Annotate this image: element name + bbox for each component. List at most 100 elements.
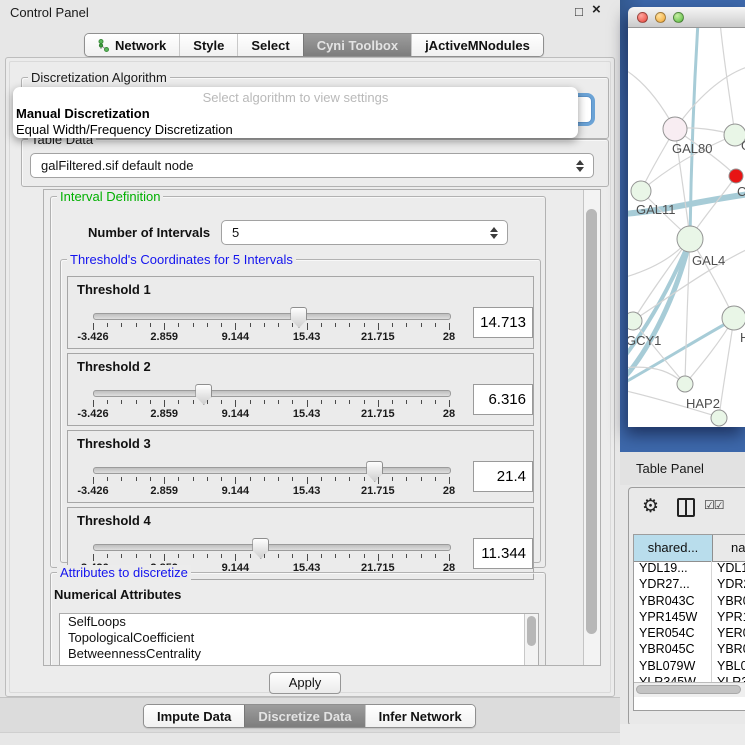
number-of-intervals-spinner[interactable]: 5 bbox=[221, 220, 508, 245]
cell-shared-name[interactable]: YBR045C bbox=[634, 642, 712, 658]
cell-name[interactable]: YLR3 bbox=[712, 675, 745, 682]
network-node-gcy1[interactable] bbox=[628, 312, 642, 330]
number-of-intervals-label: Number of Intervals bbox=[88, 225, 210, 240]
cell-shared-name[interactable]: YDR27... bbox=[634, 577, 712, 593]
threshold-slider-thumb[interactable] bbox=[252, 538, 269, 559]
threshold-label: Threshold 1 bbox=[77, 282, 151, 297]
split-view-icon[interactable] bbox=[677, 498, 695, 517]
cell-shared-name[interactable]: YDL19... bbox=[634, 561, 712, 577]
threshold-value-field[interactable]: 6.316 bbox=[473, 384, 533, 415]
tab-label: jActiveMNodules bbox=[425, 38, 530, 53]
tab-label: Cyni Toolbox bbox=[317, 38, 398, 53]
column-header-shared-name[interactable]: shared... bbox=[634, 535, 713, 561]
table-data-combo-value: galFiltered.sif default node bbox=[41, 158, 193, 173]
threshold-slider-thumb[interactable] bbox=[195, 384, 212, 405]
float-window-icon[interactable]: □ bbox=[575, 4, 583, 19]
number-of-intervals-value: 5 bbox=[232, 225, 239, 240]
checkbox-icons[interactable]: ☑☑ bbox=[704, 498, 724, 512]
cell-shared-name[interactable]: YPR145W bbox=[634, 610, 712, 626]
threshold-slider-track[interactable] bbox=[93, 313, 451, 320]
threshold-panel: Threshold 2-3.4262.8599.14415.4321.71528… bbox=[67, 353, 534, 426]
network-nodes: GAL80GACGAL11GAL4GCY1HHAP2 bbox=[628, 117, 745, 426]
network-node-label: GA bbox=[741, 138, 745, 153]
network-window: GAL80GACGAL11GAL4GCY1HHAP2 bbox=[628, 7, 745, 427]
cell-name[interactable]: YPR1 bbox=[712, 610, 745, 626]
cell-name[interactable]: YER0 bbox=[712, 626, 745, 642]
network-node-c[interactable] bbox=[729, 169, 743, 183]
attributes-group: Attributes to discretize Numerical Attri… bbox=[50, 572, 546, 666]
network-node-gal80[interactable] bbox=[663, 117, 687, 141]
table-panel: ⚙ ☑☑ shared... na YDL19...YDL1YDR27...YD… bbox=[628, 487, 745, 726]
tab-style[interactable]: Style bbox=[179, 34, 237, 56]
table-panel-footer bbox=[620, 724, 745, 745]
algorithm-dropdown-popup: Select algorithm to view settings Manual… bbox=[13, 87, 578, 138]
network-node-gal4[interactable] bbox=[677, 226, 703, 252]
table-horizontal-scrollbar[interactable] bbox=[634, 682, 745, 697]
table-row[interactable]: YBR043CYBR0 bbox=[634, 594, 745, 610]
cell-name[interactable]: YBL0 bbox=[712, 659, 745, 675]
cell-shared-name[interactable]: YER054C bbox=[634, 626, 712, 642]
column-header-name[interactable]: na bbox=[713, 535, 745, 561]
threshold-slider-track[interactable] bbox=[93, 467, 451, 474]
cell-shared-name[interactable]: YBR043C bbox=[634, 594, 712, 610]
panel-scrollbar-thumb[interactable] bbox=[586, 209, 597, 634]
cell-shared-name[interactable]: YLR345W bbox=[634, 675, 712, 682]
tab-infer-network[interactable]: Infer Network bbox=[365, 705, 475, 727]
algorithm-option[interactable]: Manual Discretization bbox=[13, 105, 578, 121]
network-canvas[interactable]: GAL80GACGAL11GAL4GCY1HHAP2 bbox=[628, 28, 745, 427]
table-scrollbar-thumb[interactable] bbox=[636, 685, 741, 694]
threshold-slider-thumb[interactable] bbox=[366, 461, 383, 482]
tab-jactivemnodules[interactable]: jActiveMNodules bbox=[411, 34, 543, 56]
cell-shared-name[interactable]: YBL079W bbox=[634, 659, 712, 675]
cell-name[interactable]: YBR0 bbox=[712, 594, 745, 610]
tab-label: Network bbox=[115, 38, 166, 53]
apply-button[interactable]: Apply bbox=[269, 672, 341, 694]
close-traffic-light-icon[interactable] bbox=[637, 12, 648, 23]
tab-discretize-data[interactable]: Discretize Data bbox=[244, 705, 364, 727]
tab-impute-data[interactable]: Impute Data bbox=[144, 705, 244, 727]
table-row[interactable]: YER054CYER0 bbox=[634, 626, 745, 642]
list-scrollbar-thumb[interactable] bbox=[527, 616, 536, 646]
close-icon[interactable]: × bbox=[592, 2, 601, 17]
network-node-label: GAL11 bbox=[636, 202, 676, 217]
list-scrollbar[interactable] bbox=[524, 614, 538, 666]
attribute-list-item[interactable]: TopologicalCoefficient bbox=[60, 630, 538, 646]
cell-name[interactable]: YDL1 bbox=[712, 561, 745, 577]
table-row[interactable]: YBL079WYBL0 bbox=[634, 659, 745, 675]
cell-name[interactable]: YDR2 bbox=[712, 577, 745, 593]
minimize-traffic-light-icon[interactable] bbox=[655, 12, 666, 23]
threshold-value-field[interactable]: 14.713 bbox=[473, 307, 533, 338]
gear-icon[interactable]: ⚙ bbox=[642, 495, 659, 518]
table-row[interactable]: YBR045CYBR0 bbox=[634, 642, 745, 658]
table-header-row: shared... na bbox=[634, 535, 745, 562]
algorithm-popup-hint: Select algorithm to view settings bbox=[13, 90, 578, 105]
network-node[interactable] bbox=[711, 410, 727, 426]
network-node-hap2[interactable] bbox=[677, 376, 693, 392]
cell-name[interactable]: YBR0 bbox=[712, 642, 745, 658]
network-window-titlebar bbox=[628, 7, 745, 28]
attribute-list-item[interactable]: SelfLoops bbox=[60, 614, 538, 630]
zoom-traffic-light-icon[interactable] bbox=[673, 12, 684, 23]
tab-select[interactable]: Select bbox=[237, 34, 302, 56]
table-row[interactable]: YDL19...YDL1 bbox=[634, 561, 745, 577]
network-node-gal11[interactable] bbox=[631, 181, 651, 201]
network-node-label: C bbox=[737, 184, 745, 199]
threshold-label: Threshold 4 bbox=[77, 513, 151, 528]
network-node-h[interactable] bbox=[722, 306, 745, 330]
table-data-combo[interactable]: galFiltered.sif default node bbox=[30, 153, 594, 178]
threshold-value-field[interactable]: 21.4 bbox=[473, 461, 533, 492]
attribute-list-item[interactable]: BetweennessCentrality bbox=[60, 646, 538, 662]
tab-cyni-toolbox[interactable]: Cyni Toolbox bbox=[303, 34, 411, 56]
table-row[interactable]: YPR145WYPR1 bbox=[634, 610, 745, 626]
threshold-slider-track[interactable] bbox=[93, 390, 451, 397]
tab-label: Impute Data bbox=[157, 709, 231, 724]
threshold-value-field[interactable]: 11.344 bbox=[473, 538, 533, 569]
algorithm-option[interactable]: Equal Width/Frequency Discretization bbox=[13, 121, 578, 137]
tab-network[interactable]: Network bbox=[85, 34, 179, 56]
table-row[interactable]: YDR27...YDR2 bbox=[634, 577, 745, 593]
table-panel-title: Table Panel bbox=[636, 461, 704, 476]
table-row[interactable]: YLR345WYLR3 bbox=[634, 675, 745, 682]
control-panel-title: Control Panel bbox=[10, 5, 89, 20]
panel-scrollbar[interactable] bbox=[583, 190, 600, 665]
threshold-slider-track[interactable] bbox=[93, 544, 451, 551]
